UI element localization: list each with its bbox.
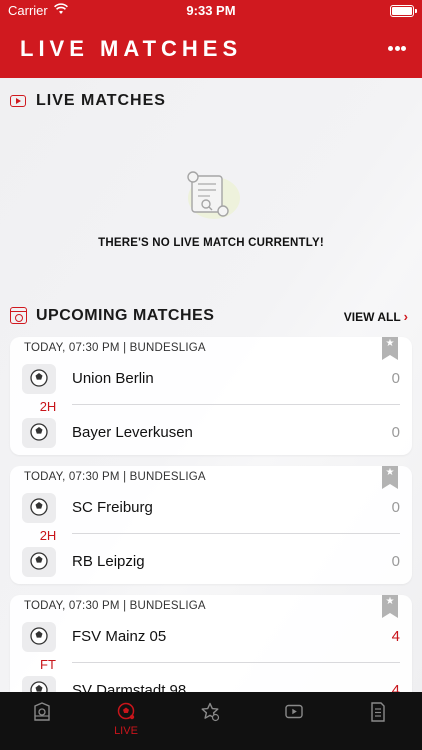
live-ball-icon (117, 702, 135, 720)
view-all-label: VIEW ALL (343, 310, 401, 324)
main-content[interactable]: LIVE MATCHES THERE'S NO LIVE MATCH CURRE… (0, 78, 422, 692)
team-name: FSV Mainz 05 (72, 628, 167, 645)
tab-stadium[interactable] (0, 692, 84, 750)
team-score: 0 (391, 370, 400, 387)
empty-state-message: THERE'S NO LIVE MATCH CURRENTLY! (98, 237, 324, 249)
battery-icon (390, 5, 417, 17)
home-team-row: SC Freiburg 0 (22, 493, 400, 523)
bookmark-star-icon[interactable]: ★ (382, 466, 398, 489)
team-logo-icon (22, 364, 56, 394)
tab-bar: LIVE (0, 692, 422, 750)
tab-news[interactable] (336, 692, 420, 750)
upcoming-section-title: UPCOMING MATCHES (36, 307, 215, 324)
bookmark-star-icon[interactable]: ★ (382, 337, 398, 360)
team-name: Bayer Leverkusen (72, 424, 193, 441)
status-bar: Carrier 9:33 PM (0, 0, 422, 22)
video-icon (285, 704, 303, 719)
live-section-title: LIVE MATCHES (36, 92, 166, 109)
view-all-link[interactable]: VIEW ALL › (344, 309, 408, 324)
team-logo-icon (22, 493, 56, 523)
team-name: SC Freiburg (72, 499, 153, 516)
away-team-row: Bayer Leverkusen 0 (22, 418, 400, 448)
divider (72, 662, 400, 663)
team-name: Union Berlin (72, 370, 154, 387)
team-score: 0 (391, 499, 400, 516)
bookmark-star-icon[interactable]: ★ (382, 595, 398, 618)
empty-scroll-illustration (187, 171, 240, 219)
match-meta: TODAY, 07:30 PM | BUNDESLIGA (24, 600, 206, 612)
page-title: LIVE MATCHES (20, 36, 243, 61)
team-logo-icon (22, 622, 56, 652)
home-team-row: Union Berlin 0 (22, 364, 400, 394)
stadium-icon (34, 702, 50, 721)
match-period: 2H (39, 528, 57, 543)
team-score: 4 (391, 628, 400, 645)
divider (72, 404, 400, 405)
match-meta: TODAY, 07:30 PM | BUNDESLIGA (24, 342, 206, 354)
match-card[interactable]: TODAY, 07:30 PM | BUNDESLIGA ★ SC Freibu… (10, 466, 412, 584)
tab-videos[interactable] (252, 692, 336, 750)
match-period: 2H (39, 399, 57, 414)
play-video-icon (10, 95, 26, 107)
match-card[interactable]: TODAY, 07:30 PM | BUNDESLIGA ★ FSV Mainz… (10, 595, 412, 692)
team-logo-icon (22, 676, 56, 692)
home-team-row: FSV Mainz 05 4 (22, 622, 400, 652)
away-team-row: RB Leipzig 0 (22, 547, 400, 577)
clock: 9:33 PM (186, 3, 236, 18)
divider (72, 533, 400, 534)
tab-live[interactable]: LIVE (84, 692, 168, 750)
team-score: 0 (391, 424, 400, 441)
match-card[interactable]: TODAY, 07:30 PM | BUNDESLIGA ★ Union Ber… (10, 337, 412, 455)
away-team-row: SV Darmstadt 98 4 (22, 676, 400, 692)
team-score: 0 (391, 553, 400, 570)
team-score: 4 (391, 682, 400, 692)
team-name: RB Leipzig (72, 553, 145, 570)
team-name: SV Darmstadt 98 (72, 682, 187, 692)
match-period: FT (40, 657, 56, 672)
app-header: LIVE MATCHES (0, 22, 422, 78)
news-icon (371, 702, 385, 722)
star-icon (201, 702, 220, 722)
chevron-right-icon: › (403, 309, 408, 324)
more-options-icon[interactable] (388, 46, 406, 52)
calendar-icon (10, 307, 27, 324)
tab-label: LIVE (114, 725, 138, 737)
tab-favorites[interactable] (168, 692, 252, 750)
match-meta: TODAY, 07:30 PM | BUNDESLIGA (24, 471, 206, 483)
team-logo-icon (22, 418, 56, 448)
team-logo-icon (22, 547, 56, 577)
